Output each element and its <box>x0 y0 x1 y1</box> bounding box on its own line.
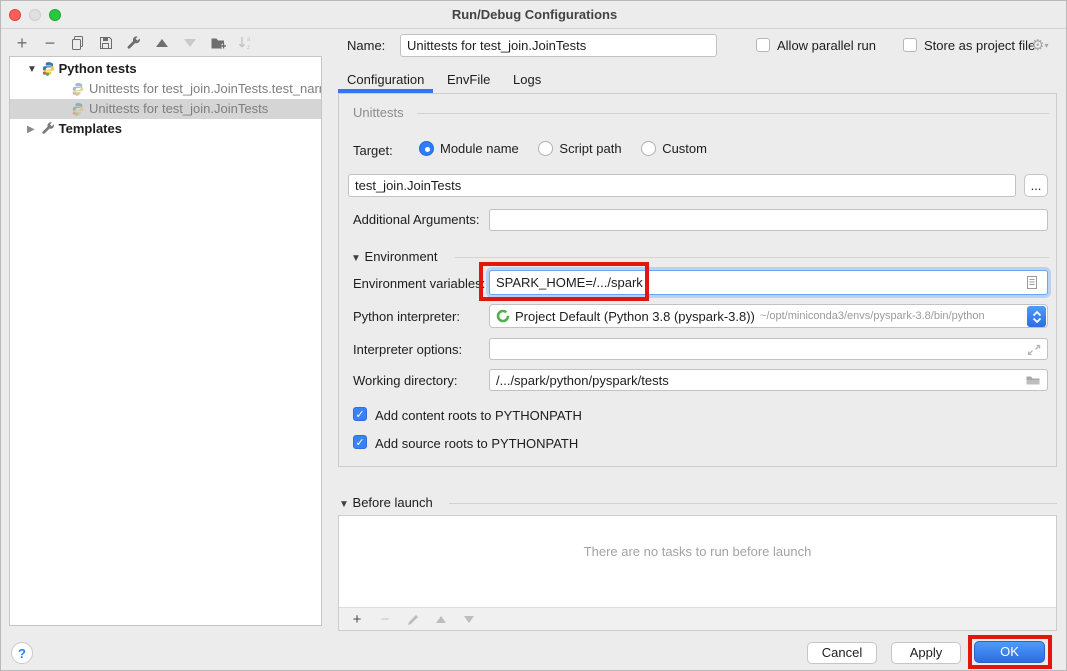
svg-text:a: a <box>247 37 251 43</box>
radio-label: Module name <box>440 141 519 156</box>
move-down-icon <box>181 34 199 52</box>
allow-parallel-run-label: Allow parallel run <box>777 38 876 53</box>
window-title: Run/Debug Configurations <box>1 7 1067 22</box>
save-configuration-icon[interactable] <box>97 34 115 52</box>
section-divider <box>455 257 1049 258</box>
section-divider <box>449 503 1057 504</box>
combo-stepper-icon[interactable] <box>1027 306 1046 327</box>
help-button[interactable]: ? <box>11 642 33 664</box>
svg-text:z: z <box>247 45 250 51</box>
interpreter-path: ~/opt/miniconda3/envs/pyspark-3.8/bin/py… <box>760 310 985 322</box>
configuration-panel: Unittests Target: Module name Script pat… <box>338 93 1057 467</box>
templates-wrench-icon <box>41 121 56 136</box>
python-test-icon <box>71 102 86 117</box>
python-test-icon <box>71 82 86 97</box>
interpreter-options-input[interactable] <box>489 338 1048 360</box>
radio-option-script-path[interactable]: Script path <box>538 141 625 156</box>
task-list-toolbar: + − <box>339 607 1056 630</box>
add-configuration-icon[interactable]: + <box>13 34 31 52</box>
working-directory-label: Working directory: <box>353 373 458 388</box>
gear-icon: ⚙▾ <box>1031 36 1048 54</box>
python-tests-icon <box>41 61 56 76</box>
environment-section-header[interactable]: ▼ Environment <box>351 249 438 264</box>
empty-tasks-message: There are no tasks to run before launch <box>339 544 1056 559</box>
sort-configurations-icon: az <box>237 34 255 52</box>
unittests-section-title: Unittests <box>353 105 404 120</box>
configurations-tree: ▼ Python tests Unittests for test_join.J… <box>9 56 322 626</box>
tree-item-label: Unittests for test_join.JoinTests.test_n… <box>89 81 321 96</box>
ok-button[interactable]: OK <box>974 641 1045 663</box>
copy-configuration-icon[interactable] <box>69 34 87 52</box>
add-content-roots-label: Add content roots to PYTHONPATH <box>375 408 582 423</box>
environment-variables-input[interactable] <box>489 270 1048 295</box>
configurations-toolbar: + − az <box>13 32 255 54</box>
run-debug-configurations-dialog: Run/Debug Configurations + − az ▼ Python… <box>0 0 1067 671</box>
chevron-down-icon[interactable]: ▼ <box>27 60 37 79</box>
move-task-up-icon <box>432 610 450 628</box>
remove-configuration-icon[interactable]: − <box>41 34 59 52</box>
collapse-chevron-icon[interactable]: ▼ <box>339 499 349 510</box>
radio-option-module-name[interactable]: Module name <box>419 141 522 156</box>
add-source-roots-label: Add source roots to PYTHONPATH <box>375 436 578 451</box>
tab-envfile[interactable]: EnvFile <box>447 72 490 87</box>
add-source-roots-checkbox[interactable]: ✓ <box>353 435 367 449</box>
target-label: Target: <box>353 143 393 158</box>
tree-item-jointests-selected[interactable]: Unittests for test_join.JoinTests <box>10 99 321 119</box>
tree-group-label: Python tests <box>59 61 137 76</box>
environment-section-title: Environment <box>365 249 438 264</box>
environment-variables-label: Environment variables: <box>353 276 485 291</box>
folder-icon[interactable] <box>1025 373 1051 392</box>
radio-selected-icon[interactable] <box>419 141 434 156</box>
radio-label: Custom <box>662 141 707 156</box>
store-as-project-file-checkbox[interactable] <box>903 38 917 52</box>
section-divider <box>417 113 1049 114</box>
edit-templates-icon[interactable] <box>125 34 143 52</box>
browse-module-button[interactable]: ... <box>1024 174 1048 197</box>
tree-group-label: Templates <box>59 121 122 136</box>
tree-group-templates[interactable]: ▶ Templates <box>10 119 321 139</box>
before-launch-title: Before launch <box>353 495 433 510</box>
move-task-down-icon <box>460 610 478 628</box>
conda-environment-icon <box>496 309 510 323</box>
tab-logs[interactable]: Logs <box>513 72 541 87</box>
before-launch-header[interactable]: ▼ Before launch <box>339 495 433 510</box>
chevron-right-icon[interactable]: ▶ <box>27 120 37 139</box>
python-interpreter-combo[interactable]: Project Default (Python 3.8 (pyspark-3.8… <box>489 304 1048 328</box>
additional-arguments-input[interactable] <box>489 209 1048 231</box>
radio-option-custom[interactable]: Custom <box>641 141 707 156</box>
add-content-roots-checkbox[interactable]: ✓ <box>353 407 367 421</box>
apply-button[interactable]: Apply <box>891 642 961 664</box>
edit-task-icon <box>404 610 422 628</box>
name-label: Name: <box>347 38 385 53</box>
before-launch-task-list: There are no tasks to run before launch … <box>338 515 1057 631</box>
cancel-button[interactable]: Cancel <box>807 642 877 664</box>
radio-label: Script path <box>559 141 621 156</box>
tree-item-test-narrow[interactable]: Unittests for test_join.JoinTests.test_n… <box>10 79 321 99</box>
interpreter-value: Project Default (Python 3.8 (pyspark-3.8… <box>515 309 755 324</box>
tree-item-label: Unittests for test_join.JoinTests <box>89 101 268 116</box>
move-up-icon[interactable] <box>153 34 171 52</box>
additional-arguments-label: Additional Arguments: <box>353 212 479 227</box>
collapse-chevron-icon[interactable]: ▼ <box>351 253 361 264</box>
python-interpreter-label: Python interpreter: <box>353 309 460 324</box>
target-module-input[interactable] <box>348 174 1016 197</box>
tab-configuration[interactable]: Configuration <box>347 72 424 87</box>
create-new-folder-icon[interactable] <box>209 34 227 52</box>
store-as-project-file-label: Store as project file <box>924 38 1035 53</box>
allow-parallel-run-checkbox[interactable] <box>756 38 770 52</box>
add-task-icon[interactable]: + <box>348 610 366 628</box>
name-input[interactable] <box>400 34 717 57</box>
radio-icon[interactable] <box>641 141 656 156</box>
target-radio-group: Module name Script path Custom <box>419 140 723 158</box>
working-directory-input[interactable] <box>489 369 1048 391</box>
title-bar: Run/Debug Configurations <box>1 1 1067 29</box>
edit-variables-icon[interactable] <box>1025 275 1051 295</box>
radio-icon[interactable] <box>538 141 553 156</box>
remove-task-icon: − <box>376 610 394 628</box>
interpreter-options-label: Interpreter options: <box>353 342 462 357</box>
tree-group-python-tests[interactable]: ▼ Python tests <box>10 59 321 79</box>
expand-field-icon[interactable] <box>1027 342 1051 361</box>
